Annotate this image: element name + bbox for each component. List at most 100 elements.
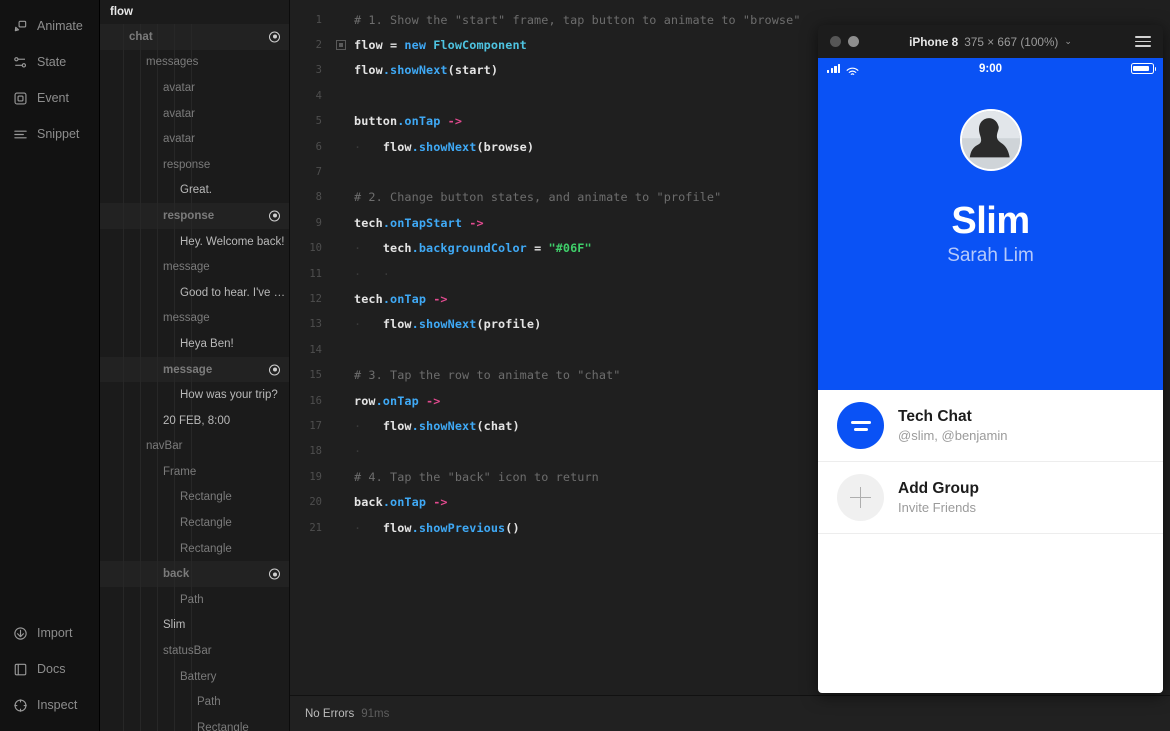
tree-row[interactable]: Rectangle (100, 510, 289, 536)
tool-rail-bottom: Import Docs Inspect (0, 615, 99, 723)
tree-row-label: message (163, 363, 213, 376)
list-item-title: Add Group (898, 480, 979, 497)
tree-row-label: Slim (163, 619, 186, 632)
tree-row[interactable]: Great. (100, 178, 289, 204)
tree-row-label: Path (180, 593, 204, 606)
line-number: 6 (315, 140, 322, 153)
profile-subtitle: Sarah Lim (947, 245, 1034, 266)
user-avatar (959, 109, 1022, 171)
line-number: 9 (315, 216, 322, 229)
tree-row-label: Rectangle (180, 491, 232, 504)
tree-row[interactable]: avatar (100, 75, 289, 101)
tree-row-label: Good to hear. I've … (180, 286, 286, 299)
line-number: 4 (315, 89, 322, 102)
code-text: button.onTap -> (354, 114, 463, 129)
list-item[interactable]: Tech Chat @slim, @benjamin (818, 390, 1163, 462)
tree-row-label: avatar (163, 81, 195, 94)
tree-row-label: message (163, 312, 210, 325)
line-number: 11 (309, 267, 322, 280)
hamburger-icon[interactable] (1135, 35, 1151, 48)
code-text: tech.onTap -> (354, 291, 448, 306)
target-icon[interactable] (269, 31, 280, 43)
tree-row[interactable]: Path (100, 689, 289, 715)
tree-row-label: Rectangle (197, 721, 249, 731)
tree-row[interactable]: Heya Ben! (100, 331, 289, 357)
code-text: back.onTap -> (354, 495, 448, 510)
line-number: 17 (309, 419, 322, 432)
list-item-subtitle: @slim, @benjamin (898, 428, 1008, 443)
list-item-text: Tech Chat @slim, @benjamin (898, 408, 1007, 443)
tree-row-label: Rectangle (180, 542, 232, 555)
layer-tree-title: flow (100, 0, 289, 24)
rail-item-import[interactable]: Import (0, 615, 99, 651)
tree-row-label: Frame (163, 465, 197, 478)
tree-row[interactable]: Frame (100, 459, 289, 485)
window-controls[interactable] (830, 36, 859, 47)
plus-icon (837, 474, 884, 521)
minimize-icon[interactable] (848, 36, 859, 47)
list-item[interactable]: Add Group Invite Friends (818, 462, 1163, 534)
line-number: 10 (309, 242, 322, 255)
tree-row[interactable]: avatar (100, 126, 289, 152)
profile-hero: Slim Sarah Lim (818, 79, 1163, 390)
tree-row[interactable]: response (100, 203, 289, 229)
tree-row[interactable]: navBar (100, 434, 289, 460)
tree-row[interactable]: How was your trip? (100, 382, 289, 408)
tree-row[interactable]: Slim (100, 613, 289, 639)
tree-row[interactable]: avatar (100, 101, 289, 127)
code-text: · · (354, 266, 391, 281)
tree-row[interactable]: message (100, 254, 289, 280)
tree-row[interactable]: Rectangle (100, 536, 289, 562)
code-text: · flow.showNext(profile) (354, 317, 542, 332)
rail-item-inspect[interactable]: Inspect (0, 687, 99, 723)
line-number: 5 (315, 115, 322, 128)
tree-row[interactable]: message (100, 356, 289, 383)
tree-row[interactable]: message (100, 306, 289, 332)
tree-row-label: Heya Ben! (180, 337, 234, 350)
target-icon[interactable] (269, 568, 280, 580)
chat-list: Tech Chat @slim, @benjamin Add Group Inv… (818, 390, 1163, 534)
device-resolution: 375 × 667 (100%) (964, 34, 1059, 49)
battery-icon (1131, 63, 1154, 74)
tree-row[interactable]: Path (100, 587, 289, 613)
status-bar: No Errors 91ms (290, 695, 1170, 731)
tree-row-label: 20 FEB, 8:00 (163, 414, 231, 427)
tree-row-label: message (163, 261, 210, 274)
tree-row[interactable]: response (100, 152, 289, 178)
tree-row[interactable]: Good to hear. I've … (100, 280, 289, 306)
rail-item-docs[interactable]: Docs (0, 651, 99, 687)
tree-indent-guide (191, 24, 192, 731)
tree-row[interactable]: Battery (100, 664, 289, 690)
tree-row-label: Hey. Welcome back! (180, 235, 285, 248)
rail-label: Inspect (37, 698, 78, 712)
code-text: · tech.backgroundColor = "#06F" (354, 241, 592, 256)
tree-row[interactable]: Rectangle (100, 715, 289, 731)
target-icon[interactable] (269, 210, 280, 222)
code-text: · (354, 444, 362, 459)
close-icon[interactable] (830, 36, 841, 47)
chevron-down-icon[interactable]: ⌄ (1064, 36, 1072, 47)
code-text: · flow.showNext(chat) (354, 418, 520, 433)
tree-row[interactable]: back (100, 561, 289, 588)
tree-row[interactable]: Hey. Welcome back! (100, 229, 289, 255)
tree-row[interactable]: statusBar (100, 638, 289, 664)
tree-row[interactable]: Rectangle (100, 485, 289, 511)
tree-row[interactable]: chat (100, 24, 289, 50)
fold-toggle-icon[interactable] (328, 40, 354, 51)
rail-item-snippet[interactable]: Snippet (0, 116, 99, 152)
rail-item-state[interactable]: State (0, 44, 99, 80)
rail-item-event[interactable]: Event (0, 80, 99, 116)
device-name: iPhone 8 (909, 34, 959, 49)
line-number: 15 (309, 369, 322, 382)
rail-label: Snippet (37, 127, 80, 141)
code-text: # 2. Change button states, and animate t… (354, 190, 722, 205)
line-number: 13 (309, 318, 322, 331)
tree-row[interactable]: messages (100, 50, 289, 76)
target-icon[interactable] (269, 364, 280, 376)
rail-item-animate[interactable]: Animate (0, 8, 99, 44)
rail-label: State (37, 55, 67, 69)
tree-indent-guide (140, 24, 141, 731)
tree-row[interactable]: 20 FEB, 8:00 (100, 408, 289, 434)
tree-row-label: back (163, 568, 190, 581)
animate-icon (13, 19, 28, 34)
